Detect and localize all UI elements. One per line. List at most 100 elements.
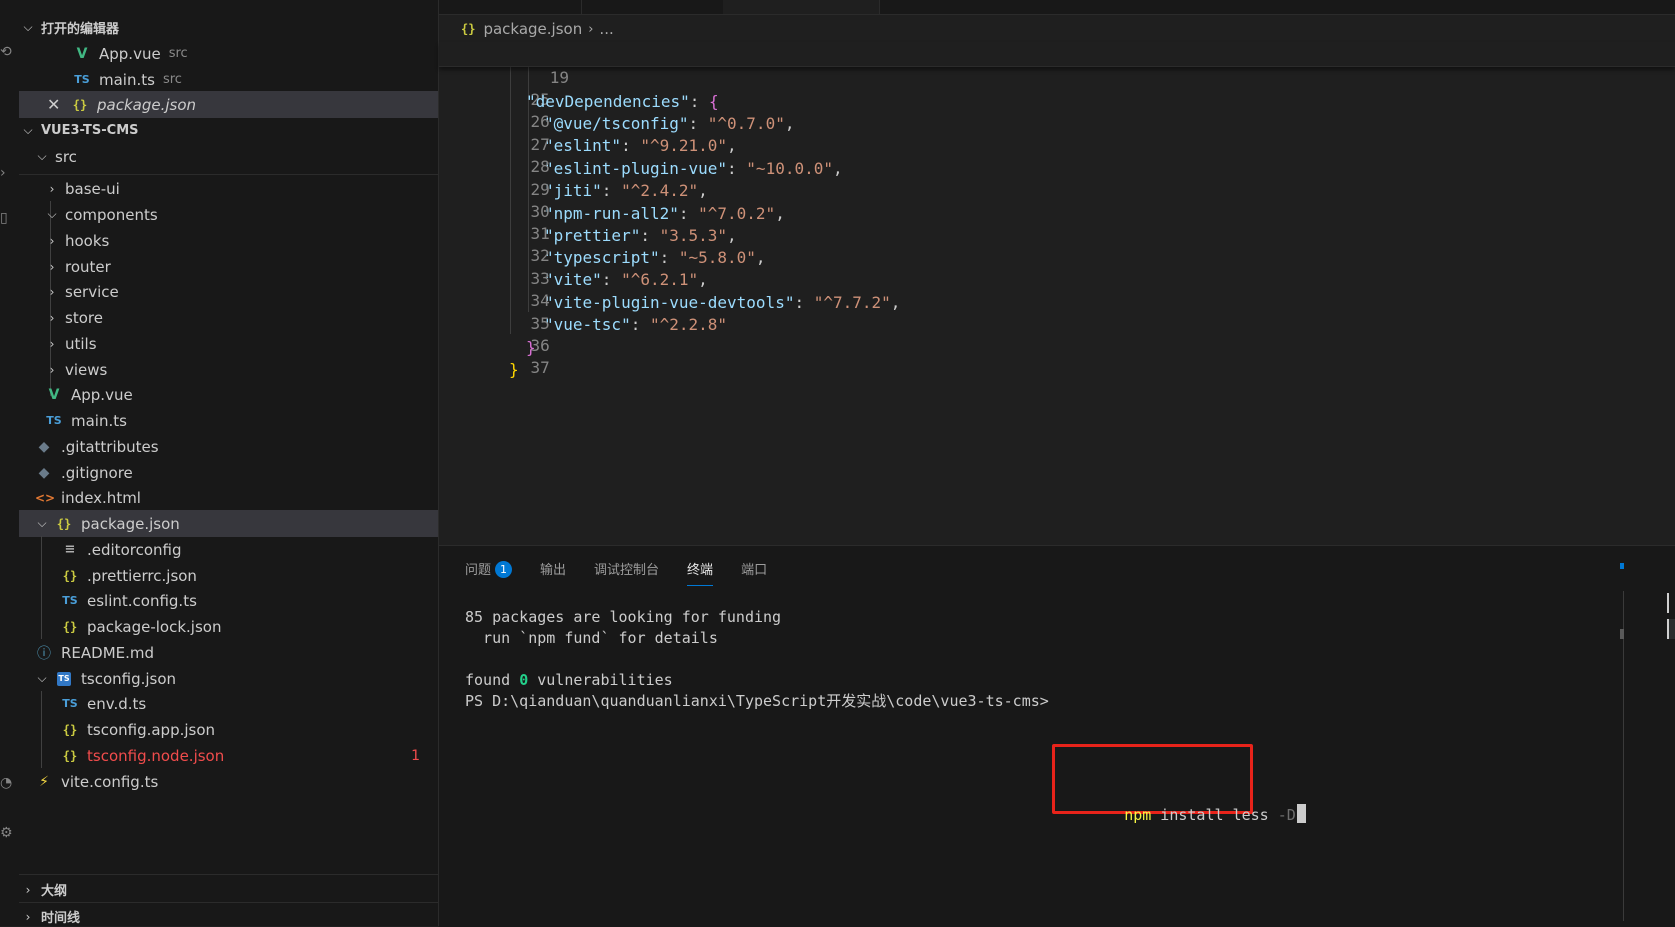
terminal-instance-tab[interactable]	[1667, 619, 1675, 639]
git-file-icon: ◆	[38, 464, 50, 481]
tree-label: router	[65, 257, 111, 276]
tab-terminal[interactable]: 终端	[687, 556, 714, 586]
typescript-file-icon: TS	[74, 73, 90, 86]
vue-file-icon: V	[76, 45, 88, 62]
tree-folder-components[interactable]: ⌵ components	[19, 201, 438, 228]
tab-ports[interactable]: 端口	[741, 556, 767, 586]
tree-file-package-lock[interactable]: {} package-lock.json	[19, 613, 438, 640]
tree-folder-base-ui[interactable]: › base-ui	[19, 175, 438, 202]
tree-label: store	[65, 308, 103, 327]
json-key: "eslint-plugin-vue"	[544, 159, 728, 178]
open-editor-main-ts[interactable]: TS main.ts src	[19, 66, 438, 93]
terminal-command-input[interactable]: npm install less -D	[1070, 782, 1306, 824]
tree-file-prettierrc[interactable]: {} .prettierrc.json	[19, 562, 438, 589]
punctuation: ,	[775, 204, 785, 223]
problems-badge: 1	[495, 561, 513, 578]
punctuation: ,	[784, 114, 795, 133]
json-file-icon: {}	[56, 516, 72, 531]
tree-file-package-json[interactable]: ⌵ {} package.json	[19, 510, 438, 537]
bottom-panel: 问题 1 输出 调试控制台 终端 端口 85 packages are looki…	[439, 545, 1675, 927]
breadcrumb: {} package.json › ...	[461, 18, 614, 40]
open-editor-app-vue[interactable]: V App.vue src	[19, 40, 438, 67]
chevron-down-icon: ⌵	[37, 671, 47, 685]
extensions-icon[interactable]: ▯	[0, 210, 10, 228]
typescript-file-icon: TS	[62, 594, 78, 607]
tree-folder-store[interactable]: › store	[19, 304, 438, 331]
account-icon[interactable]: ◔	[0, 775, 12, 793]
tab-debug-console[interactable]: 调试控制台	[594, 556, 659, 586]
tree-file-index-html[interactable]: <> index.html	[19, 484, 438, 511]
chevron-right-icon: ›	[25, 909, 31, 924]
json-file-icon: {}	[72, 97, 88, 112]
search-icon[interactable]: ⟲	[0, 44, 12, 62]
source-control-icon[interactable]: ›	[0, 165, 10, 183]
gear-icon[interactable]: ⚙	[0, 825, 13, 843]
tree-file-vite-config[interactable]: ⚡ vite.config.ts	[19, 768, 438, 795]
tree-file-env-d-ts[interactable]: TS env.d.ts	[19, 690, 438, 717]
tree-label: .gitattributes	[61, 437, 159, 456]
json-key: "@vue/tsconfig"	[544, 114, 689, 133]
tree-file-editorconfig[interactable]: ≡ .editorconfig	[19, 536, 438, 563]
tree-file-gitattributes[interactable]: ◆ .gitattributes	[19, 433, 438, 460]
terminal-line: 85 packages are looking for funding	[465, 608, 782, 626]
code-line: 34 "vue-tsc": "^2.2.8"	[439, 265, 728, 334]
editor-tab[interactable]	[581, 0, 724, 14]
open-editor-hint: src	[168, 46, 188, 61]
punctuation: ,	[833, 159, 843, 178]
editor-tab-active[interactable]	[723, 0, 880, 14]
tree-file-eslint-config[interactable]: TS eslint.config.ts	[19, 587, 438, 614]
sticky-scroll-line[interactable]: 19 "devDependencies": {	[439, 42, 1675, 111]
scrollbar-thumb[interactable]	[1620, 629, 1624, 639]
tsconfig-file-icon: TS	[57, 671, 71, 686]
tree-file-app-vue[interactable]: V App.vue	[19, 381, 438, 408]
chevron-right-icon: ›	[25, 882, 31, 897]
chevron-right-icon: ›	[49, 284, 55, 299]
brace: {	[709, 92, 719, 111]
breadcrumb-file[interactable]: package.json	[483, 20, 582, 38]
project-header[interactable]: ⌵ VUE3-TS-CMS	[19, 117, 438, 144]
project-title: VUE3-TS-CMS	[41, 123, 139, 138]
tab-label: 问题	[465, 563, 492, 578]
close-icon[interactable]: ✕	[47, 95, 65, 114]
tree-file-readme[interactable]: ⓘ README.md	[19, 639, 438, 666]
tree-folder-views[interactable]: › views	[19, 356, 438, 383]
terminal-instance-tab[interactable]	[1667, 593, 1675, 613]
tree-label: service	[65, 282, 119, 301]
code-line: 29 "npm-run-all2": "^7.0.2",	[439, 154, 785, 223]
tree-file-tsconfig-node[interactable]: {} tsconfig.node.json 1	[19, 742, 438, 769]
tree-folder-service[interactable]: › service	[19, 278, 438, 305]
terminal-line: found 0 vulnerabilities	[465, 669, 673, 691]
tree-label: .prettierrc.json	[87, 566, 197, 585]
chevron-right-icon: ›	[49, 362, 55, 377]
vite-file-icon: ⚡	[39, 773, 49, 790]
tree-folder-router[interactable]: › router	[19, 253, 438, 280]
tree-label: env.d.ts	[87, 694, 147, 713]
tree-file-gitignore[interactable]: ◆ .gitignore	[19, 459, 438, 486]
tab-problems[interactable]: 问题 1	[465, 556, 513, 586]
open-editors-header[interactable]: ⌵ 打开的编辑器	[19, 14, 438, 41]
chevron-right-icon: ›	[49, 336, 55, 351]
tree-folder-utils[interactable]: › utils	[19, 330, 438, 357]
open-editor-label: main.ts	[99, 70, 155, 89]
outline-title: 大纲	[41, 884, 68, 899]
timeline-header[interactable]: › 时间线	[19, 903, 438, 927]
tab-output[interactable]: 输出	[540, 556, 566, 586]
tree-folder-src[interactable]: ⌵ src	[19, 143, 438, 170]
open-editor-package-json[interactable]: ✕ {} package.json	[19, 91, 438, 118]
code-line: 35 }	[439, 288, 550, 357]
tree-file-tsconfig-app[interactable]: {} tsconfig.app.json	[19, 716, 438, 743]
json-value: "^6.2.1"	[621, 270, 699, 289]
chevron-right-icon: ›	[49, 181, 55, 196]
tree-folder-hooks[interactable]: › hooks	[19, 227, 438, 254]
outline-header[interactable]: › 大纲	[19, 876, 438, 903]
tree-file-tsconfig[interactable]: ⌵ TS tsconfig.json	[19, 665, 438, 692]
tree-label: eslint.config.ts	[87, 591, 197, 610]
editor-tab[interactable]	[439, 0, 582, 14]
text-cursor	[1296, 804, 1306, 823]
scrollbar-marker	[1620, 563, 1624, 569]
chevron-right-icon: ›	[588, 21, 594, 37]
terminal-scrollbar[interactable]	[1623, 591, 1624, 921]
breadcrumb-more[interactable]: ...	[599, 20, 613, 38]
json-value: "^7.0.2"	[698, 204, 776, 223]
tree-file-main-ts[interactable]: TS main.ts	[19, 407, 438, 434]
